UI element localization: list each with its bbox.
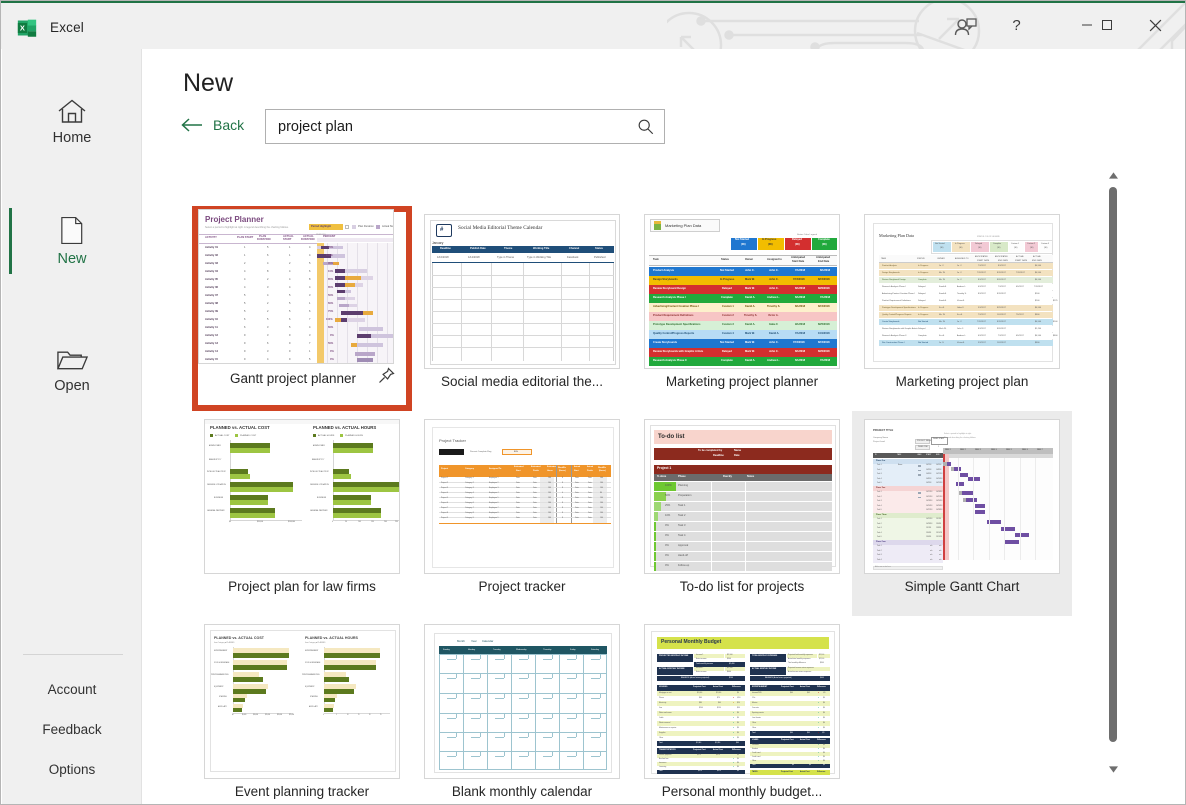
template-label: Gantt project planner (229, 371, 357, 386)
template-label: Project tracker (478, 579, 566, 594)
template-thumbnail: Marketing Plan Data Status Color Legend … (644, 214, 840, 369)
template-thumbnail: Month Year Calendar Sunday Monday Tuesda… (424, 624, 620, 779)
page-title: New (183, 69, 234, 97)
template-label: Social media editorial the... (440, 374, 604, 389)
template-tile-project-tracker[interactable]: Project Tracker Percent Complete Flag 80… (412, 411, 632, 616)
excel-logo-icon: X (17, 19, 37, 37)
template-label: Marketing project plan (895, 374, 1029, 389)
template-label: Event planning tracker (234, 784, 370, 799)
search-input[interactable] (266, 118, 628, 135)
template-gallery: Project Planner Select a period to highl… (168, 161, 1126, 801)
home-icon (57, 94, 87, 124)
maximize-icon (1102, 20, 1112, 30)
sidebar-item-open-label: Open (54, 378, 90, 394)
template-tile-marketing-project-planner[interactable]: Marketing Plan Data Status Color Legend … (632, 206, 852, 411)
search-button[interactable] (628, 110, 664, 143)
template-thumbnail: To-do list To be completed by Deadline N… (644, 419, 840, 574)
sidebar-item-open[interactable]: Open (2, 329, 142, 407)
pin-icon[interactable] (376, 366, 396, 386)
folder-icon (56, 342, 89, 372)
sidebar-item-account[interactable]: Account (2, 672, 142, 706)
arrow-left-icon (181, 118, 202, 132)
template-label: Project plan for law firms (228, 579, 376, 594)
template-label: Simple Gantt Chart (904, 579, 1020, 594)
template-label: Blank monthly calendar (451, 784, 593, 799)
title-bar: X Excel ? (1, 1, 1185, 49)
app-title: Excel (50, 20, 85, 35)
sidebar-item-options[interactable]: Options (2, 752, 142, 786)
close-icon (1149, 19, 1161, 31)
left-navigation-sidebar: Home New Open Account Feedback Options (2, 49, 142, 804)
template-tile-event-planning-tracker[interactable]: PLANNED vs. ACTUAL COST Item Category ■ … (192, 616, 412, 804)
new-template-pane: New Back Pro (142, 49, 1185, 804)
template-tile-gantt-project-planner[interactable]: Project Planner Select a period to highl… (192, 206, 412, 411)
svg-text:X: X (20, 24, 25, 33)
template-label: Marketing project planner (665, 374, 819, 389)
template-tile-blank-monthly-calendar[interactable]: Month Year Calendar Sunday Monday Tuesda… (412, 616, 632, 804)
template-tile-marketing-project-plan[interactable]: Marketing Plan Data STATUS COLOR LEGEND … (852, 206, 1072, 411)
account-manager-icon[interactable] (947, 13, 983, 41)
help-button[interactable]: ? (994, 9, 1039, 41)
back-label: Back (213, 117, 245, 133)
sidebar-item-account-label: Account (47, 681, 97, 697)
template-thumbnail: Project Tracker Percent Complete Flag 80… (424, 419, 620, 574)
template-tile-social-media-editorial-theme[interactable]: # Social Media Editorial Theme Calendar … (412, 206, 632, 411)
template-thumbnail: Personal Monthly Budget PROJECTED MONTHL… (644, 624, 840, 779)
sidebar-item-home[interactable]: Home (2, 81, 142, 159)
sidebar-item-feedback[interactable]: Feedback (2, 712, 142, 746)
scrollbar-thumb[interactable] (1109, 187, 1117, 742)
sidebar-item-options-label: Options (48, 761, 96, 777)
page-icon (60, 215, 84, 245)
sidebar-item-home-label: Home (52, 130, 92, 146)
excel-start-screen: X Excel ? Home New Open Account Feedback… (0, 0, 1186, 805)
sidebar-item-new[interactable]: New (2, 202, 142, 280)
sidebar-item-new-label: New (57, 251, 87, 267)
template-thumbnail: PLANNED vs. ACTUAL COST ACTUAL COST PLAN… (204, 419, 400, 574)
help-label: ? (1012, 16, 1021, 34)
template-tile-project-plan-law-firms[interactable]: PLANNED vs. ACTUAL COST ACTUAL COST PLAN… (192, 411, 412, 616)
scroll-down-button[interactable] (1105, 761, 1121, 777)
template-thumbnail: Marketing Plan Data STATUS COLOR LEGEND … (864, 214, 1060, 369)
close-button[interactable] (1137, 9, 1173, 41)
template-thumbnail: Project Planner Select a period to highl… (198, 209, 394, 364)
template-tile-simple-gantt-chart[interactable]: PROJECT TITLE Company Name Project Lead … (852, 411, 1072, 616)
template-label: To-do list for projects (679, 579, 805, 594)
template-label: Personal monthly budget... (661, 784, 823, 799)
triangle-up-icon (1108, 171, 1118, 179)
triangle-down-icon (1108, 765, 1118, 773)
template-tile-personal-monthly-budget[interactable]: Personal Monthly Budget PROJECTED MONTHL… (632, 616, 852, 804)
sidebar-divider (23, 654, 123, 655)
sidebar-item-feedback-label: Feedback (42, 721, 102, 737)
template-tile-todo-list-projects[interactable]: To-do list To be completed by Deadline N… (632, 411, 852, 616)
scroll-up-button[interactable] (1105, 167, 1121, 183)
back-button[interactable]: Back (181, 117, 244, 133)
search-box (265, 109, 665, 144)
template-thumbnail: PROJECT TITLE Company Name Project Lead … (864, 419, 1060, 574)
search-icon (638, 119, 654, 134)
gallery-scrollbar[interactable] (1105, 161, 1121, 781)
maximize-button[interactable] (1089, 9, 1125, 41)
template-thumbnail: PLANNED vs. ACTUAL COST Item Category ■ … (204, 624, 400, 779)
template-thumbnail: # Social Media Editorial Theme Calendar … (424, 214, 620, 369)
